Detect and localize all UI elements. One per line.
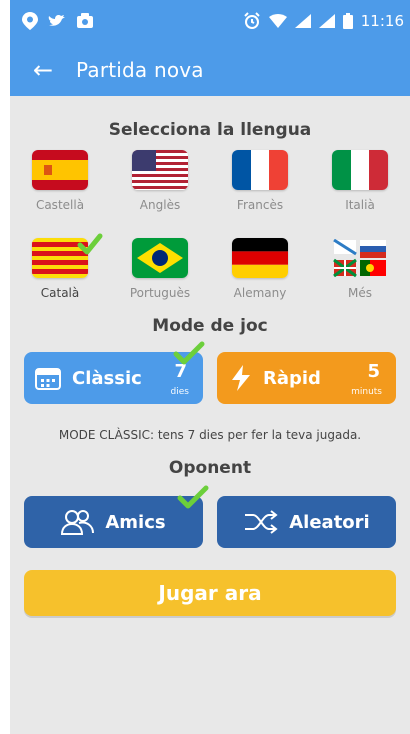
location-pin-icon: [22, 12, 38, 30]
users-icon: [61, 510, 95, 535]
language-label: Més: [348, 286, 372, 300]
opponent-label: Aleatori: [289, 511, 370, 533]
mode-rapid-button[interactable]: Ràpid 5 minuts: [217, 352, 396, 404]
status-right-icons: 11:16: [243, 12, 404, 30]
status-bar: 11:16: [10, 0, 410, 44]
status-time: 11:16: [360, 12, 404, 30]
app-screen: 11:16 ← Partida nova Selecciona la lleng…: [10, 0, 410, 734]
battery-icon: [342, 13, 353, 29]
usa-flag-icon: [132, 150, 188, 190]
mode-description: MODE CLÀSSIC: tens 7 dies per fer la tev…: [58, 428, 362, 442]
back-arrow-icon[interactable]: ←: [26, 53, 60, 87]
language-label: Italià: [345, 198, 375, 212]
germany-flag-icon: [232, 238, 288, 278]
play-now-button[interactable]: Jugar ara: [24, 570, 396, 616]
language-angles[interactable]: Anglès: [110, 150, 210, 212]
language-frances[interactable]: Francès: [210, 150, 310, 212]
language-label: Castellà: [35, 198, 85, 212]
language-portugues[interactable]: Portuguès: [110, 238, 210, 300]
language-label: Català: [40, 286, 80, 300]
image-notification-icon: [77, 13, 93, 28]
france-flag-icon: [232, 150, 288, 190]
mode-unit: dies: [170, 387, 189, 397]
calendar-icon: [35, 368, 61, 390]
mode-unit: minuts: [351, 387, 382, 397]
alarm-icon: [244, 12, 260, 29]
mode-section-title: Mode de joc: [152, 316, 268, 336]
opponent-section-title: Oponent: [168, 458, 252, 478]
signal-icon-1: [294, 14, 311, 28]
language-label: Alemany: [233, 286, 287, 300]
language-grid: Castellà Anglès Francès Italià Català Po…: [10, 150, 410, 300]
spain-flag-icon: [32, 150, 88, 190]
signal-icon-2: [318, 14, 335, 28]
language-label: Portuguès: [129, 286, 191, 300]
app-bar: ← Partida nova: [10, 44, 410, 96]
mode-label: Clàssic: [72, 367, 142, 389]
mode-label: Ràpid: [263, 367, 321, 389]
wifi-icon: [268, 14, 287, 28]
opponent-random-button[interactable]: Aleatori: [217, 496, 396, 548]
status-left-icons: [22, 12, 94, 30]
mode-buttons: Clàssic 7 dies Ràpid 5 minuts: [24, 352, 396, 404]
opponent-label: Amics: [105, 511, 166, 533]
opponent-buttons: Amics Aleatori: [24, 496, 396, 548]
italy-flag-icon: [332, 150, 388, 190]
selected-check-icon: [176, 482, 209, 510]
language-castella[interactable]: Castellà: [10, 150, 110, 212]
mode-value: 5: [367, 361, 380, 382]
shuffle-icon: [245, 510, 278, 534]
selected-check-icon: [172, 338, 205, 366]
language-alemany[interactable]: Alemany: [210, 238, 310, 300]
more-flags-icon: [332, 238, 388, 278]
language-label: Francès: [236, 198, 284, 212]
language-italia[interactable]: Italià: [310, 150, 410, 212]
language-label: Anglès: [139, 198, 181, 212]
language-mes[interactable]: Més: [310, 238, 410, 300]
language-section-title: Selecciona la llengua: [108, 120, 312, 140]
lightning-icon: [232, 365, 250, 391]
brazil-flag-icon: [132, 238, 188, 278]
twitter-icon: [48, 15, 65, 26]
selected-check-icon: [76, 230, 104, 258]
language-catala[interactable]: Català: [10, 233, 110, 300]
page-title: Partida nova: [76, 58, 204, 82]
